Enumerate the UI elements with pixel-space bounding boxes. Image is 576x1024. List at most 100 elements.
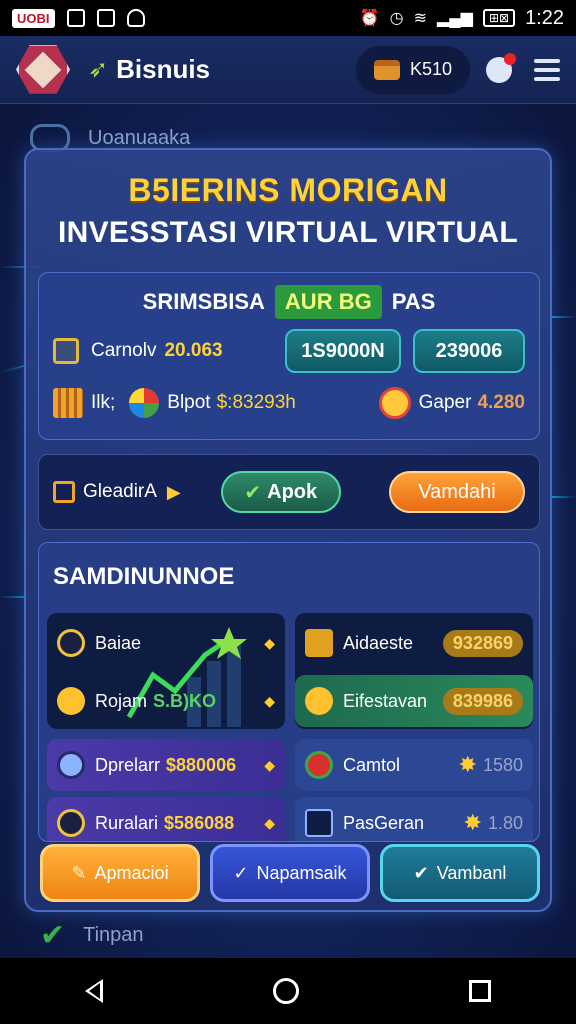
menu-icon[interactable] [534, 58, 560, 81]
apok-button[interactable]: ✔ Apok [220, 471, 341, 513]
summary-item-ruralari[interactable]: Ruralari $586088 ◆ [47, 797, 285, 841]
summary-item-baiae[interactable]: Baiae ◆ [47, 617, 285, 669]
clock-time: 1:22 [525, 6, 564, 29]
back-icon[interactable] [85, 979, 103, 1003]
napamsaik-button[interactable]: ✓ Napamsaik [210, 844, 370, 902]
camera-icon [96, 9, 115, 27]
pencil-icon: ✎ [71, 862, 87, 883]
wifi-icon: ≋ [413, 10, 427, 27]
signal-icon: ▂▄▆ [437, 10, 473, 27]
shield-icon [126, 9, 145, 27]
ghost-top-label: Uoanuaaka [88, 126, 191, 149]
image-icon [66, 9, 85, 27]
item-amount: 839986 [442, 687, 523, 715]
bars-icon [53, 388, 83, 418]
stat-value-b: $:83293h [216, 392, 296, 413]
stats-row-2: Ilk; Blpot $:83293h Gaper 4.280 [53, 387, 525, 419]
face-icon [57, 751, 85, 779]
stat-label-b: Blpot [167, 392, 211, 413]
plant-icon [53, 338, 79, 364]
stats-head-right: PAS [391, 289, 436, 314]
check-icon: ✔ [40, 919, 66, 952]
napamsaik-label: Napamsaik [256, 862, 347, 883]
item-amount: S.B)KO [153, 690, 217, 711]
chevron-icon: ◆ [264, 692, 275, 709]
star-icon: ✸ [463, 810, 482, 835]
stats-heading: SRIMSBISA AUR BG PAS [39, 285, 539, 319]
stats-head-left: SRIMSBISA [142, 289, 265, 314]
notification-dot [504, 52, 516, 65]
brand: ➶ Bisnuis [88, 54, 210, 85]
ghost-list-item-bottom: ✔ Tinpan [40, 918, 144, 953]
chevron-icon: ◆ [264, 756, 275, 773]
hero-subtitle: INVESSTASI VIRTUAL VIRTUAL [57, 216, 519, 249]
system-nav-bar [0, 958, 576, 1024]
item-name: Dprelarr [95, 754, 161, 775]
item-amount: 1580 [482, 754, 523, 775]
stat-label-a: Ilk; [91, 392, 116, 413]
coins-value: K510 [409, 59, 452, 79]
vambanl-label: Vambanl [436, 862, 507, 883]
recent-apps-icon[interactable] [469, 980, 491, 1002]
app-logo[interactable] [16, 45, 70, 94]
item-name: Camtol [343, 754, 401, 775]
summary-item-camtol[interactable]: Camtol ✸ 1580 [295, 739, 533, 791]
star-icon: ✸ [458, 752, 477, 777]
item-amount: 1.80 [487, 812, 523, 833]
summary-item-dprelarr[interactable]: Dprelarr $880006 ◆ [47, 739, 285, 791]
coins-balance[interactable]: K510 [355, 45, 470, 94]
gear-icon [305, 629, 333, 657]
vamdahi-button[interactable]: Vamdahi [389, 471, 525, 513]
notification-icon[interactable] [486, 52, 516, 83]
box-icon [53, 481, 75, 503]
item-name: Ruralari [95, 812, 159, 833]
check-icon: ✓ [233, 862, 249, 883]
stat-pill-2[interactable]: 239006 [413, 329, 525, 373]
check-icon: ✔ [413, 862, 429, 883]
summary-item-aidaeste[interactable]: Aidaeste 932869 [295, 617, 533, 669]
investment-card: B5IERINS MORIGAN INVESSTASI VIRTUAL VIRT… [24, 148, 552, 912]
percent-icon [305, 809, 333, 837]
stat-pill-1[interactable]: 1S9000N [285, 329, 401, 373]
heart-icon [57, 687, 85, 715]
clock-icon: ◷ [389, 10, 404, 27]
vambanl-button[interactable]: ✔ Vambanl [380, 844, 540, 902]
apmacioi-button[interactable]: ✎ Apmacioi [40, 844, 200, 902]
stat-label-c: Gaper [418, 392, 472, 413]
item-name: Baiae [95, 632, 142, 653]
status-bar: UOBI ⏰ ◷ ≋ ▂▄▆ ⊞⊠ 1:22 [0, 0, 576, 36]
hero-title: B5IERINS MORIGAN [128, 172, 448, 208]
summary-item-pasgeran[interactable]: PasGeran ✸ 1.80 [295, 797, 533, 841]
item-name: Rojam [95, 690, 148, 711]
apok-label: Apok [267, 480, 318, 503]
coin-icon [57, 809, 85, 837]
item-amount: $880006 [166, 754, 237, 775]
caret-right-icon: ▶ [166, 481, 181, 502]
smile-icon [378, 387, 411, 419]
item-name: Aidaeste [343, 632, 414, 653]
stat-label: Carnolv [91, 340, 157, 361]
stats-panel: SRIMSBISA AUR BG PAS Carnolv 20.063 1S90… [38, 272, 540, 440]
chevron-icon: ◆ [264, 634, 275, 651]
stats-row-1: Carnolv 20.063 1S9000N 239006 [53, 329, 525, 373]
chevron-icon: ◆ [264, 814, 275, 831]
apmacioi-label: Apmacioi [94, 862, 169, 883]
ghost-bottom-label: Tinpan [83, 924, 144, 946]
flower-icon [305, 751, 333, 779]
stats-head-highlight: AUR BG [274, 285, 382, 319]
item-amount: $586088 [164, 812, 235, 833]
summary-panel: SAMDINUNNOE Baiae ◆ Rojam S.B)KO ◆ Aidae… [38, 542, 540, 842]
carrier-badge: UOBI [12, 8, 55, 28]
item-name: PasGeran [343, 812, 425, 833]
summary-item-rojam[interactable]: Rojam S.B)KO ◆ [47, 675, 285, 727]
summary-item-eifestavan[interactable]: Eifestavan 839986 [295, 675, 533, 727]
chest-icon [373, 59, 400, 80]
item-name: Eifestavan [343, 690, 428, 711]
brand-name: Bisnuis [116, 54, 211, 84]
item-amount: 932869 [442, 629, 523, 657]
bottom-action-buttons: ✎ Apmacioi ✓ Napamsaik ✔ Vambanl [40, 844, 540, 902]
globe-icon [129, 388, 160, 418]
home-icon[interactable] [273, 978, 299, 1004]
leaf-icon: ➶ [88, 56, 109, 83]
badge-icon [305, 687, 333, 715]
